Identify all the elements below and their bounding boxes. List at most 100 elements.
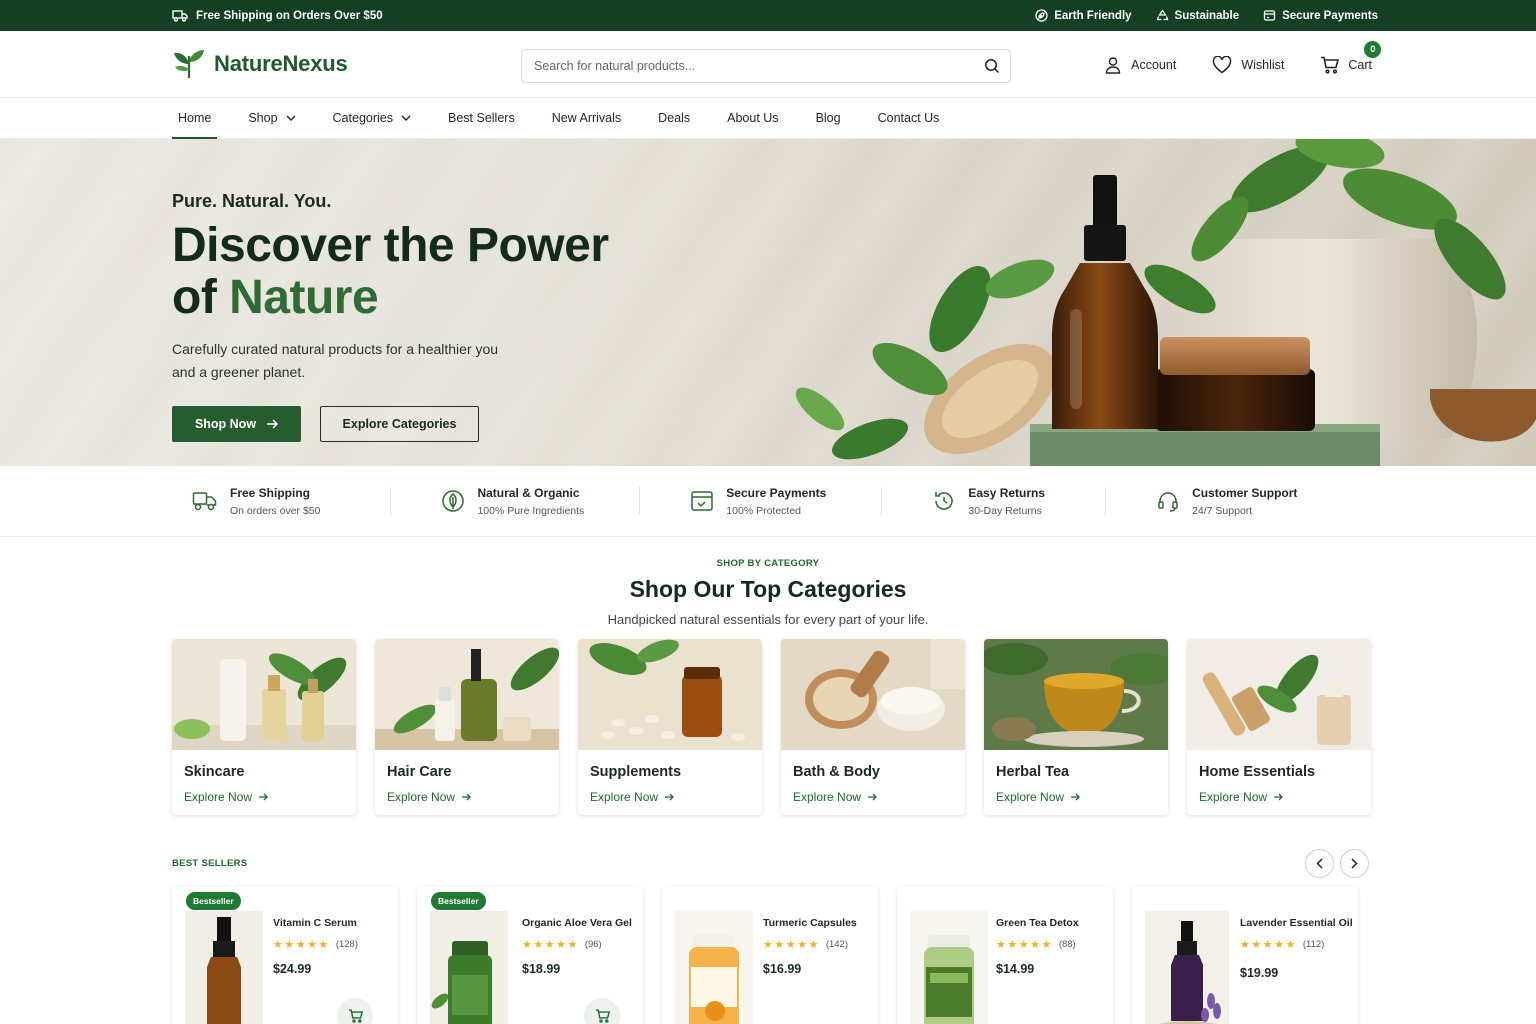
categories-kicker: SHOP BY CATEGORY [716,558,820,569]
nav-categories[interactable]: Categories [327,98,417,138]
product-name: Organic Aloe Vera Gel [522,917,632,929]
product-name: Lavender Essential Oil [1240,917,1353,929]
divider [390,487,392,515]
category-card-home-essentials[interactable]: Home Essentials Explore Now [1187,639,1371,815]
announcement-bar: Free Shipping on Orders Over $50 Earth F… [0,0,1536,31]
carousel-next-button[interactable] [1340,848,1369,878]
shop-now-button[interactable]: Shop Now [172,406,301,442]
search-icon[interactable] [984,58,1000,74]
feature-free-shipping: Free Shipping On orders over $50 [192,486,320,517]
account-link[interactable]: Account [1104,56,1176,74]
feature-natural-organic: Natural & Organic 100% Pure Ingredients [441,486,584,517]
product-card[interactable]: Green Tea Detox ★★★★★ (88) $14.99 [897,887,1113,1024]
search-input[interactable] [534,59,984,73]
brand-name: NatureNexus [214,51,348,76]
nav-about-us[interactable]: About Us [721,98,784,138]
explore-now-link[interactable]: Explore Now [793,790,965,804]
product-image [185,911,263,1024]
arrow-right-icon [664,793,674,801]
hero-title: Discover the Power of Nature [172,219,609,324]
product-rating: ★★★★★ (88) [996,939,1076,951]
truck-icon [192,490,218,512]
product-name: Turmeric Capsules [763,917,857,929]
product-name: Vitamin C Serum [273,917,357,929]
explore-now-link[interactable]: Explore Now [590,790,762,804]
category-image [1187,639,1371,750]
nav-contact-us[interactable]: Contact Us [872,98,946,138]
star-rating-icon: ★★★★★ [1240,939,1297,951]
chevron-down-icon [286,115,296,121]
product-image [675,911,753,1024]
category-card-supplements[interactable]: Supplements Explore Now [578,639,762,815]
nav-best-sellers[interactable]: Best Sellers [442,98,521,138]
wishlist-link[interactable]: Wishlist [1212,55,1284,74]
leaf-circle-icon [441,489,465,513]
explore-categories-button[interactable]: Explore Categories [320,406,479,442]
star-rating-icon: ★★★★★ [273,939,330,951]
bestsellers-label: BEST SELLERS [172,857,248,869]
product-card[interactable]: Bestseller Vitamin C Serum ★★★★★ (128) $2… [172,887,398,1024]
product-rating: ★★★★★ (96) [522,939,602,951]
perk-sustainable: Sustainable [1156,9,1239,22]
hero-kicker: Pure. Natural. You. [172,191,332,211]
card-icon [690,490,714,512]
product-card[interactable]: Turmeric Capsules ★★★★★ (142) $16.99 [662,887,878,1024]
search-bar [521,49,1011,83]
arrow-right-icon [1070,793,1080,801]
nav-deals[interactable]: Deals [652,98,696,138]
nav-home[interactable]: Home [172,98,218,139]
product-image [1145,911,1229,1024]
category-image [375,639,559,750]
cart-icon [1320,56,1340,74]
recycle-icon [1156,9,1169,22]
divider [1105,487,1107,515]
perk-earth-friendly: Earth Friendly [1035,9,1132,22]
product-price: $16.99 [763,962,802,976]
category-card-herbal-tea[interactable]: Herbal Tea Explore Now [984,639,1168,815]
explore-now-link[interactable]: Explore Now [1199,790,1371,804]
truck-icon [172,9,188,22]
user-icon [1104,56,1122,74]
headset-icon [1156,489,1180,513]
brand-logo[interactable]: NatureNexus [172,48,348,80]
header-actions: Account Wishlist Cart 0 [1104,31,1382,98]
explore-now-link[interactable]: Explore Now [996,790,1168,804]
cart-link[interactable]: Cart 0 [1320,40,1382,74]
add-to-cart-button[interactable] [337,998,373,1024]
product-card[interactable]: Lavender Essential Oil ★★★★★ (112) $19.99 [1132,887,1358,1024]
chevron-right-icon [1351,857,1358,869]
add-to-cart-button[interactable] [584,998,620,1024]
carousel-prev-button[interactable] [1305,848,1334,878]
category-image [984,639,1168,750]
category-card-skincare[interactable]: Skincare Explore Now [172,639,356,815]
divider [639,487,641,515]
shield-icon [1263,9,1276,22]
arrow-right-icon [258,793,268,801]
category-card-bath-body[interactable]: Bath & Body Explore Now [781,639,965,815]
product-price: $19.99 [1240,966,1279,980]
feature-strip: Free Shipping On orders over $50 Natural … [0,466,1536,537]
categories-subtitle: Handpicked natural essentials for every … [607,612,929,627]
product-card[interactable]: Bestseller Organic Aloe Vera Gel ★★★★★ (9… [417,887,643,1024]
category-image [578,639,762,750]
product-image [430,911,508,1024]
perk-secure-payments: Secure Payments [1263,9,1378,22]
category-card-hair-care[interactable]: Hair Care Explore Now [375,639,559,815]
explore-now-link[interactable]: Explore Now [387,790,559,804]
product-name: Green Tea Detox [996,917,1079,929]
category-image [172,639,356,750]
cart-count-badge: 0 [1364,40,1382,58]
nav-blog[interactable]: Blog [810,98,847,138]
nav-new-arrivals[interactable]: New Arrivals [546,98,627,138]
return-clock-icon [932,489,956,513]
divider [881,487,883,515]
explore-now-link[interactable]: Explore Now [184,790,356,804]
category-image [781,639,965,750]
nav-shop[interactable]: Shop [242,98,301,138]
heart-icon [1212,55,1232,74]
arrow-right-icon [266,419,279,429]
bestseller-badge: Bestseller [186,892,241,910]
feature-easy-returns: Easy Returns 30-Day Returns [932,486,1045,517]
star-rating-icon: ★★★★★ [763,939,820,951]
hero-banner: Pure. Natural. You. Discover the Power o… [0,139,1536,466]
